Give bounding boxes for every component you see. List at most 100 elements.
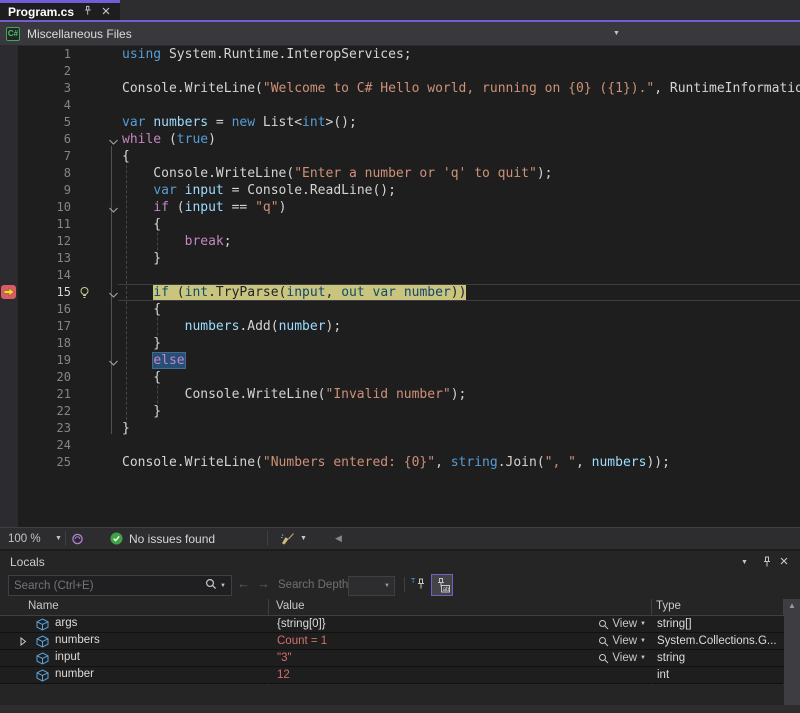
code-line[interactable]: 10 if (input == "q") <box>0 199 800 216</box>
scroll-up-icon[interactable]: ▲ <box>784 599 800 613</box>
zoom-level: 100 % <box>8 533 41 545</box>
line-number: 2 <box>0 63 76 80</box>
code-line[interactable]: 24 <box>0 437 800 454</box>
line-number: 12 <box>0 233 76 250</box>
issues-message: No issues found <box>129 532 215 546</box>
variable-value: Count = 1 <box>277 635 327 647</box>
glyph-margin <box>76 97 122 114</box>
glyph-margin <box>76 216 122 233</box>
code-line[interactable]: 6while (true) <box>0 131 800 148</box>
line-number: 24 <box>0 437 76 454</box>
vertical-scrollbar[interactable]: ▲ <box>784 599 800 705</box>
code-line[interactable]: 13 } <box>0 250 800 267</box>
panel-bottom-edge <box>0 705 800 713</box>
code-text: { <box>122 301 161 318</box>
glyph-margin <box>76 165 122 182</box>
expander-icon[interactable] <box>19 637 27 649</box>
table-row[interactable]: number12int <box>0 667 800 684</box>
pin-icon[interactable] <box>82 3 93 21</box>
view-value-button[interactable]: View▼ <box>598 635 646 647</box>
locals-grid: Name Value Type args{string[0]}View▼stri… <box>0 599 800 713</box>
table-row[interactable]: numbersCount = 1View▼System.Collections.… <box>0 633 800 650</box>
window-menu-icon[interactable]: ▼ <box>741 559 748 566</box>
view-value-button[interactable]: View▼ <box>598 618 646 630</box>
glyph-margin <box>76 199 122 216</box>
search-box[interactable]: ▼ <box>8 575 232 596</box>
line-number: 11 <box>0 216 76 233</box>
svg-text:ab: ab <box>443 587 450 593</box>
glyph-margin <box>76 131 122 148</box>
code-line[interactable]: 4 <box>0 97 800 114</box>
code-line[interactable]: 19 else <box>0 352 800 369</box>
code-line[interactable]: 16 { <box>0 301 800 318</box>
variable-type: string <box>651 650 800 666</box>
close-icon[interactable] <box>779 556 789 569</box>
scroll-left-icon[interactable]: ◀ <box>335 528 342 549</box>
issues-indicator[interactable]: No issues found <box>110 528 215 549</box>
search-depth-label: Search Depth: <box>278 579 352 591</box>
chevron-down-icon[interactable]: ▼ <box>613 30 620 37</box>
code-line[interactable]: 12 break; <box>0 233 800 250</box>
zoom-control[interactable]: 100 % <box>8 528 41 549</box>
search-input[interactable] <box>9 580 205 592</box>
glyph-margin <box>76 403 122 420</box>
glyph-margin <box>76 318 122 335</box>
search-prev-icon[interactable]: ← <box>237 576 250 591</box>
column-header-value[interactable]: Value <box>276 600 305 612</box>
separator <box>404 577 405 592</box>
search-depth-combo[interactable]: ▼ <box>348 576 395 596</box>
close-icon[interactable] <box>101 3 111 21</box>
tab-program-cs[interactable]: Program.cs <box>0 0 120 20</box>
code-line[interactable]: 2 <box>0 63 800 80</box>
code-line[interactable]: 7{ <box>0 148 800 165</box>
variable-value: 12 <box>277 669 290 681</box>
code-line[interactable]: 18 } <box>0 335 800 352</box>
line-number: 21 <box>0 386 76 403</box>
search-next-icon[interactable]: → <box>257 576 270 591</box>
code-line[interactable]: 23} <box>0 420 800 437</box>
glyph-margin <box>76 420 122 437</box>
code-text: numbers.Add(number); <box>122 318 341 335</box>
csharp-file-icon: C# <box>6 27 20 41</box>
table-row[interactable]: input"3"View▼string <box>0 650 800 667</box>
code-line[interactable]: 21 Console.WriteLine("Invalid number"); <box>0 386 800 403</box>
code-suggestions-icon[interactable] <box>71 528 84 549</box>
locals-panel: Locals ▼ ▼ ← → Search Depth: ▼ T ab Name… <box>0 551 800 713</box>
code-cleanup-dropdown-icon[interactable]: ▼ <box>300 528 307 549</box>
pin-to-source-icon[interactable]: T <box>411 576 427 595</box>
code-text: if (input == "q") <box>122 199 286 216</box>
code-line[interactable]: 22 } <box>0 403 800 420</box>
column-header-type[interactable]: Type <box>656 600 681 612</box>
locals-title-bar[interactable]: Locals ▼ <box>0 551 800 573</box>
code-line[interactable]: 17 numbers.Add(number); <box>0 318 800 335</box>
project-navigation-bar[interactable]: C# Miscellaneous Files ▼ <box>0 22 800 46</box>
code-line[interactable]: 11 { <box>0 216 800 233</box>
code-text: Console.WriteLine("Numbers entered: {0}"… <box>122 454 670 471</box>
zoom-dropdown-icon[interactable]: ▼ <box>55 528 62 549</box>
code-line[interactable]: 9 var input = Console.ReadLine(); <box>0 182 800 199</box>
code-line[interactable]: 14 <box>0 267 800 284</box>
column-header-name[interactable]: Name <box>28 600 59 612</box>
code-line[interactable]: 25Console.WriteLine("Numbers entered: {0… <box>0 454 800 471</box>
code-line[interactable]: 15 if (int.TryParse(input, out var numbe… <box>0 284 800 301</box>
code-line[interactable]: 1using System.Runtime.InteropServices; <box>0 46 800 63</box>
code-line[interactable]: 3Console.WriteLine("Welcome to C# Hello … <box>0 80 800 97</box>
glyph-margin <box>76 267 122 284</box>
search-dropdown-icon[interactable]: ▼ <box>220 583 226 589</box>
code-line[interactable]: 5var numbers = new List<int>(); <box>0 114 800 131</box>
pin-icon[interactable] <box>761 556 773 571</box>
code-cleanup-icon[interactable] <box>280 528 295 549</box>
glyph-margin <box>76 46 122 63</box>
line-number: 22 <box>0 403 76 420</box>
code-line[interactable]: 20 { <box>0 369 800 386</box>
variable-type: string[] <box>651 616 800 632</box>
code-line[interactable]: 8 Console.WriteLine("Enter a number or '… <box>0 165 800 182</box>
glyph-margin <box>76 437 122 454</box>
line-number: 17 <box>0 318 76 335</box>
line-number: 20 <box>0 369 76 386</box>
code-editor[interactable]: 1using System.Runtime.InteropServices;23… <box>0 46 800 527</box>
table-row[interactable]: args{string[0]}View▼string[] <box>0 616 800 633</box>
view-value-button[interactable]: View▼ <box>598 652 646 664</box>
pinnable-properties-toggle[interactable]: ab <box>431 574 453 596</box>
code-text: } <box>122 335 161 352</box>
